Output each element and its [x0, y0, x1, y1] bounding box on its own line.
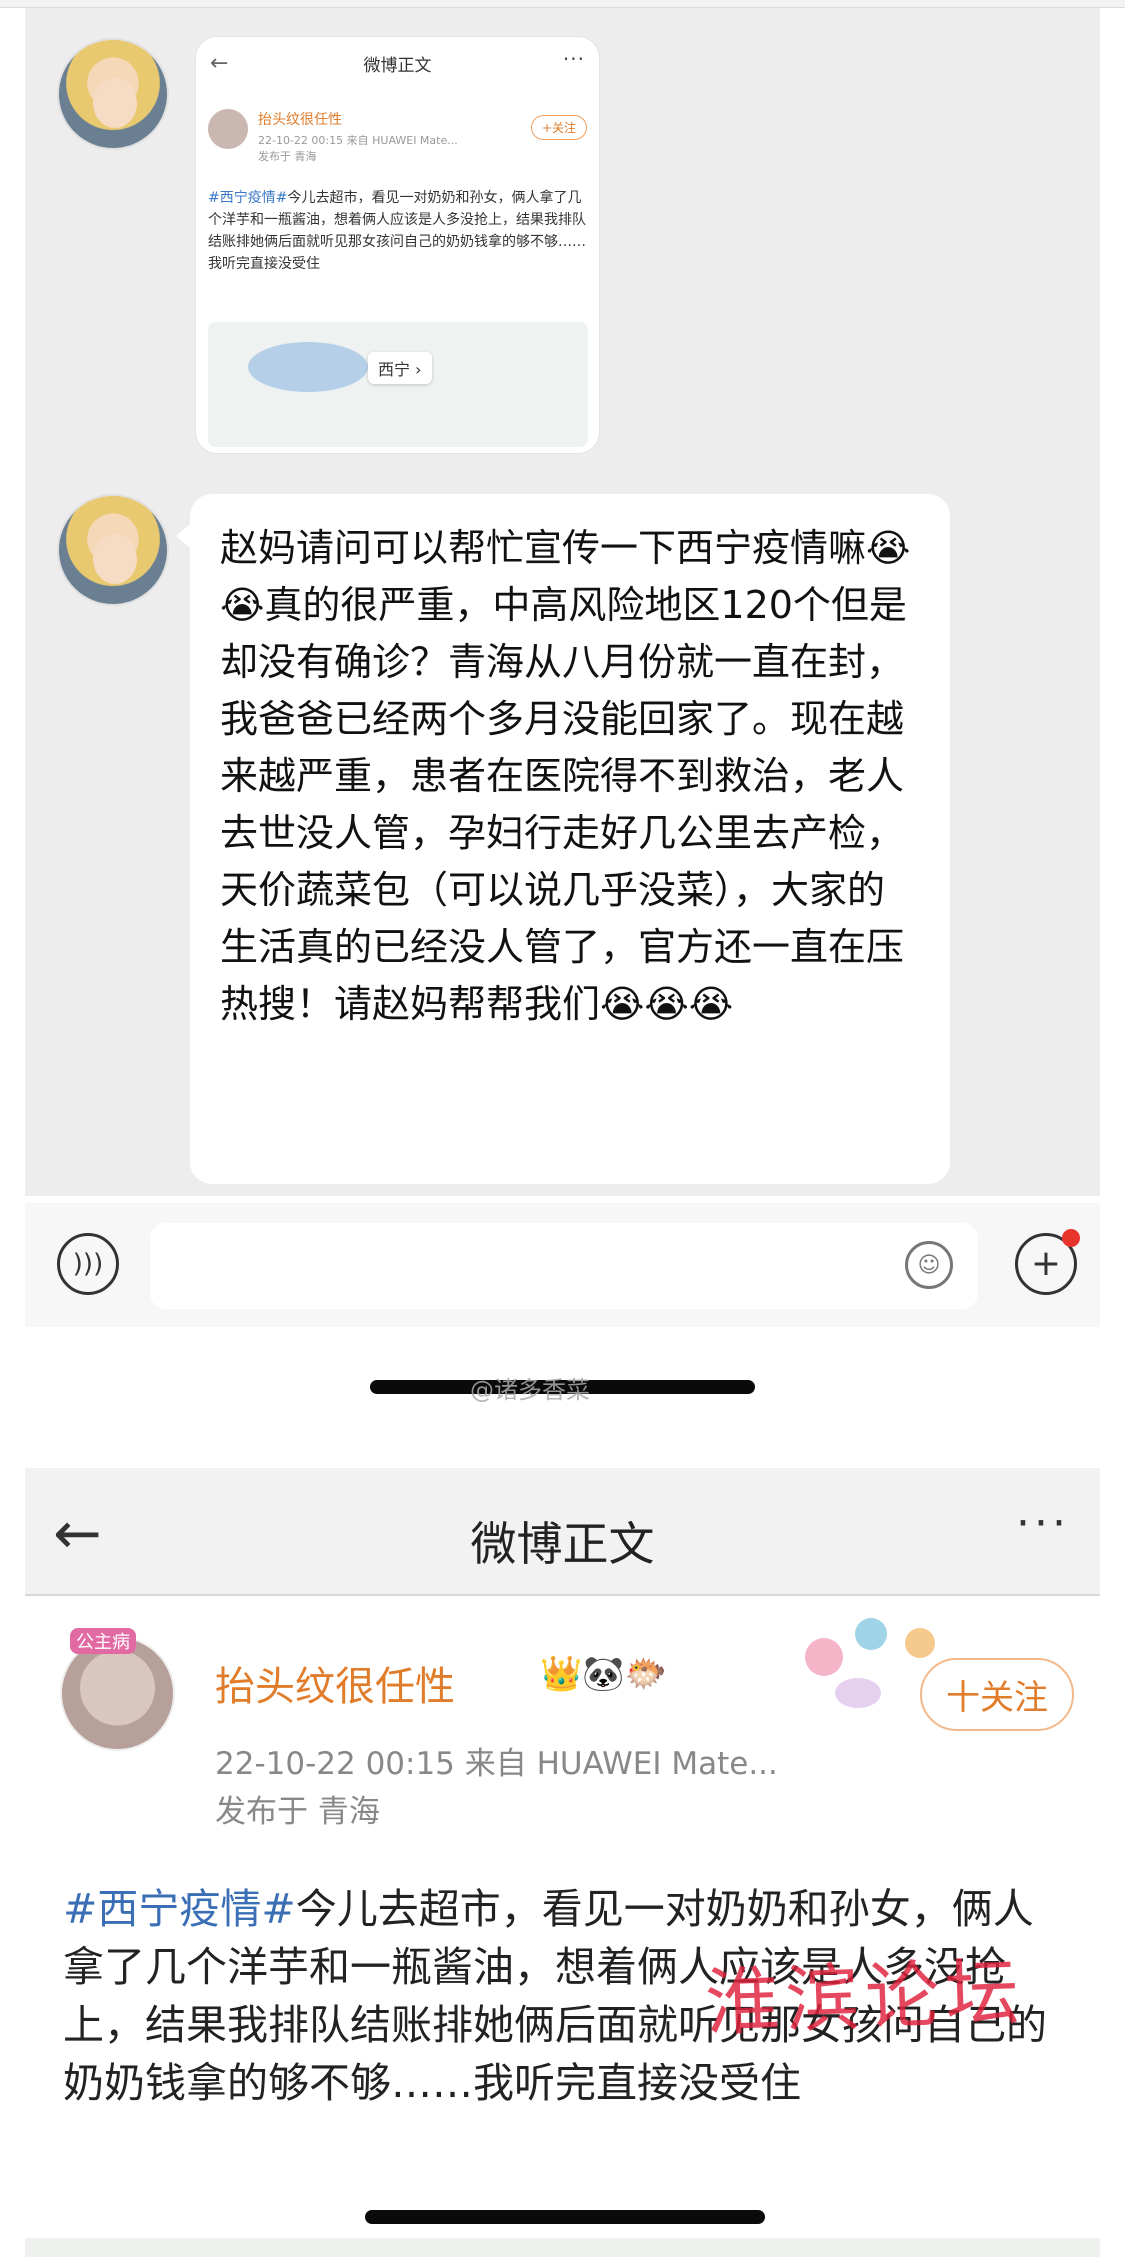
weibo-header: 微博正文 ← ···: [25, 1468, 1100, 1596]
forum-watermark: 淮滨论坛: [703, 1949, 1027, 2047]
shared-weibo-card[interactable]: ← 微博正文 ··· 抬头纹很任性 22-10-22 00:15 来自 HUAW…: [195, 36, 600, 454]
more-options-icon[interactable]: ···: [1016, 1498, 1070, 1549]
card-post-text: #西宁疫情#今儿去超市，看见一对奶奶和孙女，俩人拿了几个洋芋和一瓶酱油，想着俩人…: [208, 187, 588, 275]
screenshot-collage: ← 微博正文 ··· 抬头纹很任性 22-10-22 00:15 来自 HUAW…: [0, 0, 1125, 2257]
back-arrow-icon[interactable]: ←: [53, 1504, 102, 1562]
chat-input-bar: ))) ☺ +: [25, 1203, 1100, 1327]
card-follow-button: +关注: [530, 115, 587, 140]
weibo-watermark: @诸多香菜: [470, 1376, 590, 1404]
voice-icon[interactable]: ))): [57, 1233, 119, 1295]
follow-button[interactable]: 十关注: [920, 1658, 1074, 1731]
card-post-meta: 22-10-22 00:15 来自 HUAWEI Mate...: [258, 134, 458, 147]
map-preview: [25, 2238, 1100, 2257]
card-header-title: 微博正文: [363, 55, 432, 76]
page-title: 微博正文: [470, 1517, 655, 1571]
card-hashtag: #西宁疫情#: [208, 190, 288, 206]
avatar[interactable]: [57, 494, 169, 606]
emoji-icon[interactable]: ☺: [905, 1241, 953, 1289]
avatar[interactable]: [57, 38, 169, 150]
weibo-post-screen: 微博正文 ← ··· 公主病 抬头纹很任性 👑🐼🐡 22-10-22 00:15…: [25, 1468, 1100, 2257]
author-name[interactable]: 抬头纹很任性: [215, 1654, 455, 1712]
hashtag-link[interactable]: #西宁疫情#: [63, 1885, 296, 1933]
home-indicator: [365, 2210, 765, 2224]
card-post-location: 发布于 青海: [258, 150, 317, 163]
card-author-avatar: [208, 109, 248, 149]
avatar-badge: 公主病: [70, 1628, 136, 1654]
top-divider: [0, 0, 1125, 8]
author-badges: 👑🐼🐡: [540, 1654, 668, 1694]
chat-screen: ← 微博正文 ··· 抬头纹很任性 22-10-22 00:15 来自 HUAW…: [25, 8, 1100, 1327]
card-author-name: 抬头纹很任性: [258, 112, 342, 128]
card-map: 西宁 ›: [208, 322, 588, 447]
message-input[interactable]: [150, 1223, 978, 1309]
message-text: 赵妈请问可以帮忙宣传一下西宁疫情嘛😭😭真的很严重，中高风险地区120个但是却没有…: [220, 526, 911, 1026]
map-lake: [248, 342, 368, 392]
message-bubble[interactable]: 赵妈请问可以帮忙宣传一下西宁疫情嘛😭😭真的很严重，中高风险地区120个但是却没有…: [176, 494, 950, 1184]
post-meta: 22-10-22 00:15 来自 HUAWEI Mate...: [215, 1746, 778, 1782]
post-location: 发布于 青海: [215, 1794, 380, 1830]
more-icon: ···: [562, 47, 585, 71]
notification-dot: [1062, 1229, 1080, 1247]
map-location-label: 西宁 ›: [368, 352, 432, 384]
